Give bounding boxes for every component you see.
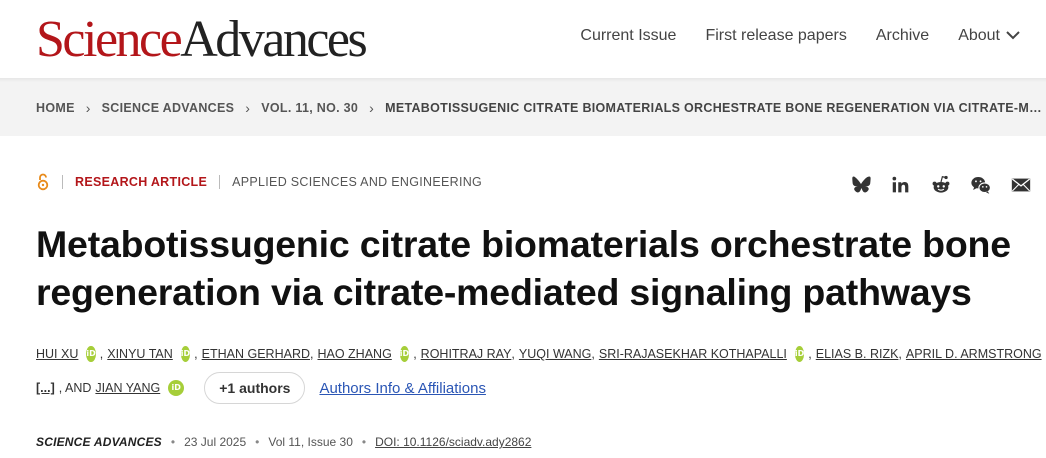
- breadcrumb-current-article: METABOTISSUGENIC CITRATE BIOMATERIALS OR…: [385, 101, 1045, 115]
- breadcrumb-bar: HOME › SCIENCE ADVANCES › VOL. 11, NO. 3…: [0, 78, 1046, 136]
- email-icon[interactable]: [1010, 174, 1032, 196]
- chevron-right-icon: ›: [85, 100, 91, 116]
- volume-issue[interactable]: Vol 11, Issue 30: [268, 435, 353, 449]
- top-navigation: Current Issue First release papers Archi…: [580, 27, 1020, 45]
- author-separator: ,: [898, 347, 902, 361]
- author-name[interactable]: Elias B. Rizk: [816, 344, 899, 364]
- orcid-icon[interactable]: iD: [794, 346, 805, 362]
- author-separator: ,: [591, 347, 595, 361]
- article-title: Metabotissugenic citrate biomaterials or…: [36, 223, 1011, 313]
- bullet-separator: •: [170, 435, 176, 449]
- orcid-icon[interactable]: iD: [399, 346, 410, 362]
- author-name[interactable]: Rohitraj Ray: [421, 344, 512, 364]
- nav-archive[interactable]: Archive: [876, 27, 929, 45]
- author-name[interactable]: Ethan Gerhard: [202, 344, 310, 364]
- nav-first-release-papers[interactable]: First release papers: [705, 27, 846, 45]
- site-header: ScienceAdvances Current Issue First rele…: [0, 0, 1046, 78]
- author-list-continued: [...] , AND JIAN YANG iD +1 authors Auth…: [36, 372, 486, 404]
- nav-about-label: About: [958, 27, 1000, 44]
- orcid-icon[interactable]: iD: [168, 380, 185, 396]
- bluesky-icon[interactable]: [850, 174, 872, 196]
- orcid-icon[interactable]: iD: [180, 346, 191, 362]
- divider: [219, 175, 221, 189]
- author-separator: ,: [808, 347, 812, 361]
- authors-info-affiliations-link[interactable]: Authors Info & Affiliations: [319, 380, 486, 397]
- author-separator: ,: [194, 347, 198, 361]
- article-subject[interactable]: APPLIED SCIENCES AND ENGINEERING: [232, 175, 482, 189]
- publication-date: 23 Jul 2025: [184, 435, 247, 449]
- author-name[interactable]: Hui Xu: [36, 344, 78, 364]
- author-separator: ,: [99, 347, 104, 361]
- author-separator: ,: [413, 347, 417, 361]
- journal-name: SCIENCE ADVANCES: [36, 435, 162, 449]
- author-name[interactable]: JIAN YANG: [95, 381, 160, 395]
- more-authors-button[interactable]: +1 authors: [204, 372, 306, 404]
- publication-info: SCIENCE ADVANCES • 23 Jul 2025 • Vol 11,…: [36, 435, 531, 449]
- doi-link[interactable]: DOI: 10.1126/sciadv.ady2862: [375, 435, 531, 449]
- article-meta: RESEARCH ARTICLE APPLIED SCIENCES AND EN…: [36, 173, 482, 191]
- breadcrumb-issue[interactable]: VOL. 11, NO. 30: [261, 101, 358, 115]
- chevron-down-icon: [1006, 31, 1020, 40]
- author-name[interactable]: Yuqi Wang: [519, 344, 591, 364]
- linkedin-icon[interactable]: [890, 174, 912, 196]
- breadcrumb-home[interactable]: HOME: [36, 101, 75, 115]
- science-advances-logo[interactable]: ScienceAdvances: [36, 10, 368, 70]
- bullet-separator: •: [255, 435, 260, 449]
- divider: [62, 175, 63, 189]
- bullet-separator: •: [361, 435, 367, 449]
- chevron-right-icon: ›: [245, 100, 251, 116]
- wechat-icon[interactable]: [970, 174, 992, 196]
- open-access-icon: [37, 173, 49, 191]
- breadcrumb-journal[interactable]: SCIENCE ADVANCES: [102, 101, 235, 115]
- author-name[interactable]: Sri-Rajasekhar Kothapalli: [599, 344, 787, 364]
- breadcrumb: HOME › SCIENCE ADVANCES › VOL. 11, NO. 3…: [36, 100, 1045, 116]
- author-name[interactable]: Hao Zhang: [317, 344, 391, 364]
- author-separator: ,: [511, 347, 515, 361]
- nav-about[interactable]: About: [958, 27, 1020, 45]
- author-separator: ,: [310, 347, 314, 361]
- article-type: RESEARCH ARTICLE: [75, 175, 208, 189]
- author-name[interactable]: Xinyu Tan: [107, 344, 173, 364]
- author-name[interactable]: April D. Armstrong: [906, 344, 1042, 364]
- expand-authors-link[interactable]: [...]: [36, 381, 55, 395]
- orcid-icon[interactable]: iD: [86, 346, 96, 362]
- nav-current-issue[interactable]: Current Issue: [580, 27, 676, 45]
- author-list: Hui Xu iD, Xinyu Tan iD, Ethan Gerhard, Hao Z…: [36, 344, 1042, 364]
- authors-and-text: , AND: [58, 381, 92, 395]
- share-toolbar: [850, 174, 1032, 196]
- reddit-icon[interactable]: [930, 174, 952, 196]
- chevron-right-icon: ›: [369, 100, 375, 116]
